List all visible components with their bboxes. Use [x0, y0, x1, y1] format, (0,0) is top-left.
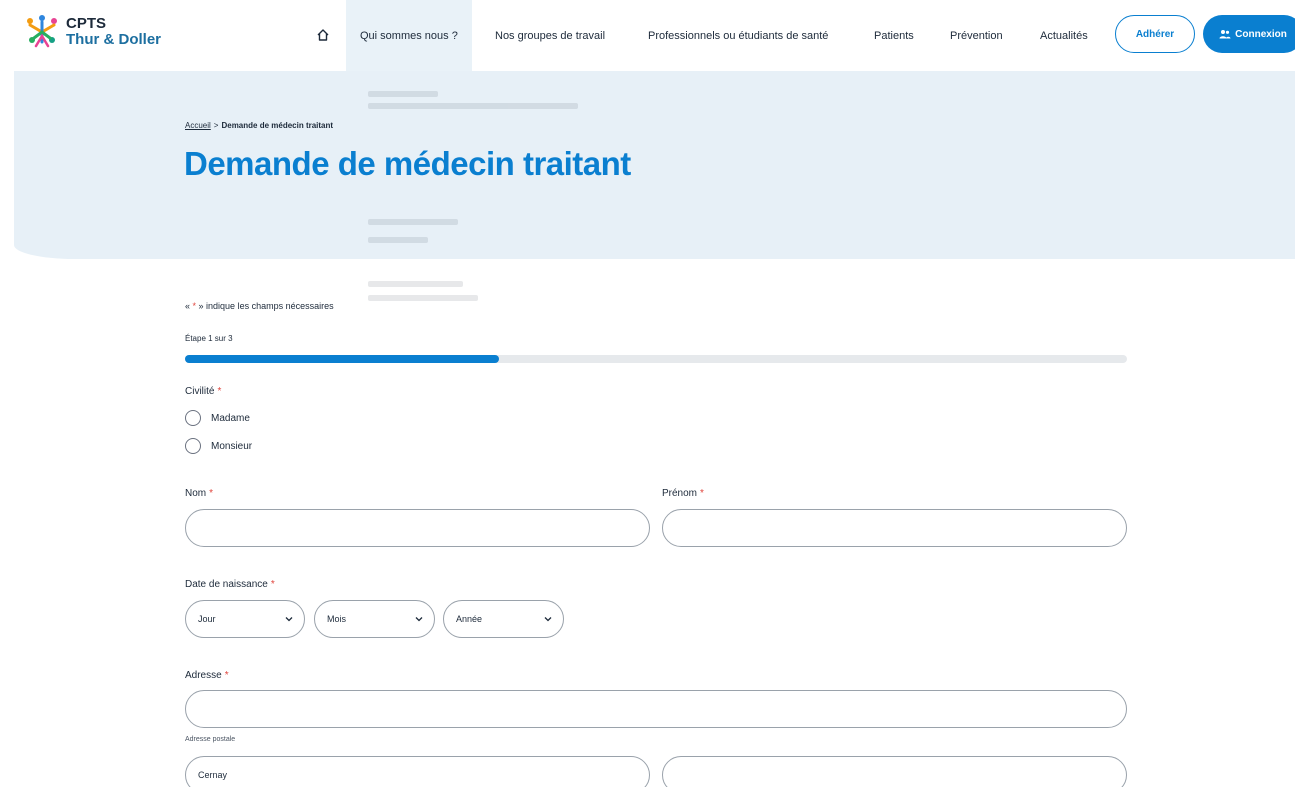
prenom-label-text: Prénom	[662, 488, 698, 499]
jour-select[interactable]: Jour	[185, 600, 305, 638]
nav-groupes-de-travail[interactable]: Nos groupes de travail	[495, 0, 605, 71]
radio-monsieur[interactable]: Monsieur	[185, 438, 252, 454]
civilite-label-text: Civilité	[185, 386, 215, 397]
nom-input[interactable]	[185, 509, 650, 547]
civilite-label: Civilité *	[185, 386, 221, 397]
nom-label: Nom *	[185, 488, 213, 499]
radio-circle[interactable]	[185, 438, 201, 454]
logo-line2: Thur & Doller	[66, 31, 162, 48]
ville-input[interactable]: Cernay	[185, 756, 650, 787]
prenom-label: Prénom *	[662, 488, 704, 499]
cpts-logo[interactable]: CPTS Thur & Doller	[22, 12, 161, 52]
nav-patients[interactable]: Patients	[874, 0, 914, 71]
adresse-input[interactable]	[185, 690, 1127, 728]
annee-select[interactable]: Année	[443, 600, 564, 638]
site-header: CPTS Thur & Doller Qui sommes nous ? Nos…	[0, 0, 1295, 71]
nav-prevention[interactable]: Prévention	[950, 0, 1003, 71]
step-progress-bar	[185, 355, 1127, 363]
nav-qui-sommes-nous[interactable]: Qui sommes nous ?	[346, 0, 472, 71]
required-note-prefix: «	[185, 301, 193, 311]
step-label: Étape 1 sur 3	[185, 334, 233, 343]
breadcrumb-current: Demande de médecin traitant	[221, 121, 334, 130]
adresse-help-text: Adresse postale	[185, 736, 236, 743]
required-star: *	[270, 579, 275, 590]
date-naissance-label-text: Date de naissance	[185, 579, 268, 590]
connexion-button[interactable]: Connexion	[1203, 15, 1295, 53]
date-naissance-label: Date de naissance *	[185, 579, 275, 590]
breadcrumb-separator: >	[213, 121, 219, 130]
mois-select[interactable]: Mois	[314, 600, 435, 638]
required-star: *	[217, 386, 222, 397]
logo-line1: CPTS	[66, 15, 107, 32]
radio-madame[interactable]: Madame	[185, 410, 250, 426]
annee-select-value: Année	[456, 614, 483, 624]
submenu-ghost	[360, 71, 608, 326]
adresse-label-text: Adresse	[185, 670, 222, 681]
code-postal-input[interactable]	[662, 756, 1127, 787]
required-star: *	[700, 488, 704, 499]
home-icon[interactable]	[310, 22, 336, 48]
adherer-button[interactable]: Adhérer	[1115, 15, 1195, 53]
required-star: *	[224, 670, 229, 681]
radio-monsieur-label: Monsieur	[211, 440, 253, 452]
users-icon	[1219, 30, 1231, 39]
logo-people-icon	[27, 15, 57, 48]
required-star: *	[209, 488, 214, 499]
required-note: « * » indique les champs nécessaires	[185, 301, 334, 311]
page-title: Demande de médecin traitant	[184, 145, 631, 182]
chevron-down-icon	[285, 617, 293, 622]
chevron-down-icon	[415, 617, 423, 622]
nom-label-text: Nom	[185, 488, 207, 499]
nav-professionnels[interactable]: Professionnels ou étudiants de santé	[648, 0, 828, 71]
required-note-suffix: » indique les champs nécessaires	[196, 301, 334, 311]
adresse-label: Adresse *	[185, 670, 229, 681]
mois-select-value: Mois	[327, 614, 347, 624]
step-progress-fill	[185, 355, 499, 363]
nav-actualites[interactable]: Actualités	[1040, 0, 1088, 71]
connexion-label: Connexion	[1235, 28, 1287, 40]
logo-text: CPTS Thur & Doller	[66, 16, 161, 48]
radio-circle[interactable]	[185, 410, 201, 426]
prenom-input[interactable]	[662, 509, 1127, 547]
breadcrumb: Accueil > Demande de médecin traitant	[185, 121, 333, 130]
breadcrumb-home-link[interactable]: Accueil	[185, 121, 211, 130]
radio-madame-label: Madame	[211, 412, 250, 424]
chevron-down-icon	[544, 617, 552, 622]
jour-select-value: Jour	[198, 614, 216, 624]
